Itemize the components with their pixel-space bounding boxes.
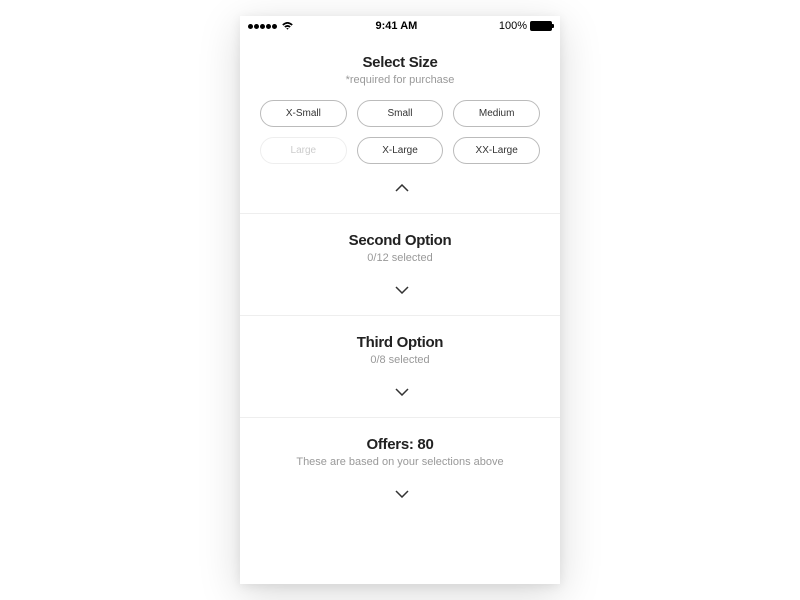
second-option-section: Second Option 0/12 selected xyxy=(240,214,560,316)
offers-subtitle: These are based on your selections above xyxy=(255,456,545,468)
wifi-icon xyxy=(281,21,294,31)
content-scroll[interactable]: Select Size *required for purchase X-Sma… xyxy=(240,36,560,584)
offers-expand-button[interactable] xyxy=(255,482,545,507)
status-left xyxy=(248,21,294,31)
size-title: Select Size xyxy=(255,54,545,71)
status-time: 9:41 AM xyxy=(376,20,418,32)
battery-icon xyxy=(530,21,552,31)
size-option-medium[interactable]: Medium xyxy=(453,100,540,127)
size-option-xlarge[interactable]: X-Large xyxy=(357,137,444,164)
status-bar: 9:41 AM 100% xyxy=(240,16,560,36)
phone-frame: 9:41 AM 100% Select Size *required for p… xyxy=(240,16,560,584)
chevron-up-icon xyxy=(395,184,405,194)
size-subtitle: *required for purchase xyxy=(255,74,545,86)
size-option-xxlarge[interactable]: XX-Large xyxy=(453,137,540,164)
third-option-expand-button[interactable] xyxy=(255,380,545,405)
size-option-small[interactable]: Small xyxy=(357,100,444,127)
offers-title: Offers: 80 xyxy=(255,436,545,453)
third-option-title: Third Option xyxy=(255,334,545,351)
size-option-large: Large xyxy=(260,137,347,164)
second-option-expand-button[interactable] xyxy=(255,278,545,303)
signal-strength-icon xyxy=(248,24,277,29)
status-right: 100% xyxy=(499,20,552,32)
chevron-down-icon xyxy=(395,286,405,296)
third-option-section: Third Option 0/8 selected xyxy=(240,316,560,418)
size-collapse-button[interactable] xyxy=(255,176,545,201)
chevron-down-icon xyxy=(395,490,405,500)
third-option-subtitle: 0/8 selected xyxy=(255,354,545,366)
size-section: Select Size *required for purchase X-Sma… xyxy=(240,36,560,214)
second-option-subtitle: 0/12 selected xyxy=(255,252,545,264)
chevron-down-icon xyxy=(395,388,405,398)
size-option-xsmall[interactable]: X-Small xyxy=(260,100,347,127)
offers-section: Offers: 80 These are based on your selec… xyxy=(240,418,560,519)
second-option-title: Second Option xyxy=(255,232,545,249)
size-grid: X-Small Small Medium Large X-Large XX-La… xyxy=(255,100,545,164)
battery-percent: 100% xyxy=(499,20,527,32)
